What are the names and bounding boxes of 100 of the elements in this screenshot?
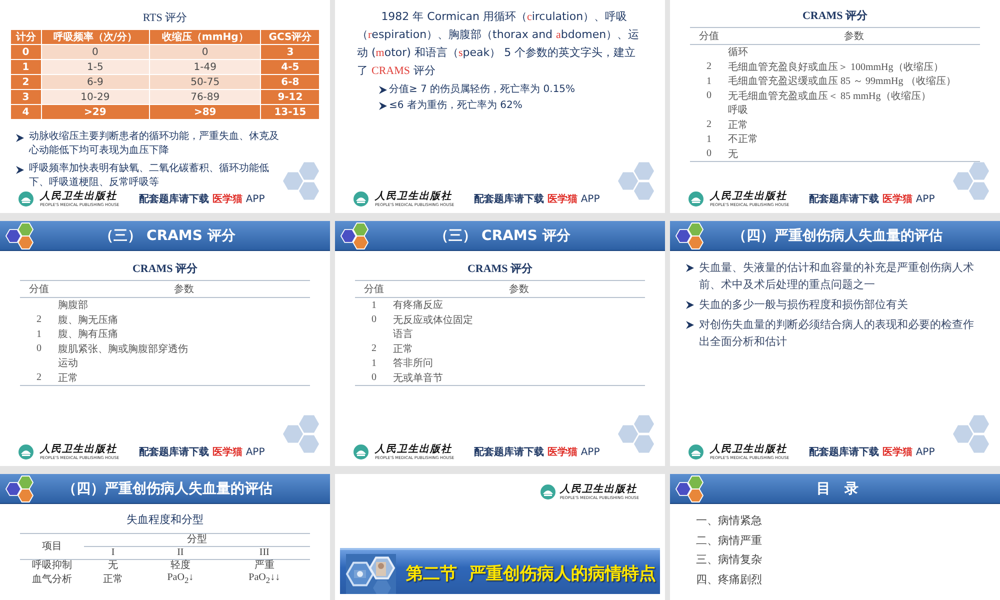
publisher-name: 人民卫生出版社 xyxy=(375,444,453,455)
contents-item: 二、病情严重 xyxy=(696,534,763,548)
download-note: 配套题库请下载 医学猫 APP xyxy=(809,192,935,206)
contents-item: 四、疼痛剧烈 xyxy=(696,572,763,588)
table-title: CRAMS 评分 xyxy=(131,262,199,276)
table-cell: 50-75 xyxy=(149,74,261,90)
table-cell: 2 xyxy=(20,312,58,327)
hexagon-decoration-icon xyxy=(952,414,990,454)
slide-title: （四）严重创伤病人失血量的评估 xyxy=(732,226,944,244)
table-cell: 2 xyxy=(690,60,728,74)
table-cell: 循环 xyxy=(728,44,980,60)
table-cell: 1 xyxy=(690,132,728,146)
table-cell: 3 xyxy=(10,90,42,104)
column-header: III xyxy=(218,546,310,560)
hexagon-decoration-icon xyxy=(617,414,655,454)
download-note: 配套题库请下载 医学猫 APP xyxy=(474,192,600,206)
bullet-text: 失血的多少一般与损伤程度和损伤部位有关 xyxy=(699,298,908,313)
bullet-text: 失血量、失液量的估计和血容量的补充是严重创伤病人术前、术中及术后处理的重点问题之一 xyxy=(699,260,975,293)
column-header: 分型 xyxy=(84,534,310,546)
bullet-text: 分值≥ 7 的伤员属轻伤，死亡率为 0.15% xyxy=(389,82,576,97)
table-cell: 13-15 xyxy=(260,104,320,120)
table-cell-text: 正常 xyxy=(393,342,414,356)
table-cell: 1 xyxy=(355,298,393,312)
table-cell: 无或单音节 xyxy=(393,370,645,386)
logo-icon xyxy=(18,444,34,460)
table-cell: 轻度 xyxy=(142,560,219,572)
table-cell: 1 xyxy=(20,327,58,342)
column-header: GCS评分 xyxy=(260,30,320,44)
table-cell-text: 0 xyxy=(370,313,378,327)
bullet-text: 对创伤失血量的判断必须结合病人的表现和必要的检查作出全面分析和估计 xyxy=(699,318,975,350)
table-cell: 2 xyxy=(20,370,58,386)
table-cell: 2 xyxy=(10,74,42,90)
publisher-name: 人民卫生出版社 xyxy=(40,191,118,202)
bullet-text: ≤6 者为重伤，死亡率为 62% xyxy=(389,98,522,113)
logo-icon xyxy=(688,444,704,460)
table-cell: 有疼痛反应 xyxy=(393,298,645,312)
download-note: 配套题库请下载 医学猫 APP xyxy=(474,445,600,459)
table-cell: 10-29 xyxy=(41,90,150,104)
table-cell: 2 xyxy=(355,342,393,356)
contents-item: 一、病情紧急 xyxy=(696,514,763,529)
table-cell-text: 语言 xyxy=(393,328,414,342)
table-cell-text: 正常 xyxy=(728,118,749,132)
publisher-name: 人民卫生出版社 xyxy=(375,191,453,202)
table-cell: 0 xyxy=(10,44,42,60)
table-cell: 呼吸抑制 xyxy=(20,560,84,572)
section-title: 第二节 严重创伤病人的病情特点 xyxy=(406,564,656,584)
table-cell: 6-8 xyxy=(260,74,320,90)
column-header: 参数 xyxy=(728,28,980,44)
column-header: 收缩压（mmHg） xyxy=(149,30,261,44)
table-cell: 0 xyxy=(41,44,150,60)
hexagon-decoration-icon xyxy=(282,414,320,454)
table-cell-text: 腹、胸有压痛 xyxy=(58,328,119,342)
column-header: 计分 xyxy=(10,30,42,44)
column-header: 参数 xyxy=(393,280,645,298)
table-cell: 1-5 xyxy=(41,60,150,74)
column-header: 参数 xyxy=(58,280,310,298)
table-cell-text: PaO$_{2}$↓↓ xyxy=(248,572,282,587)
table-cell: 2 xyxy=(690,118,728,132)
logo-icon xyxy=(688,191,704,207)
table-cell-text: 答非所问 xyxy=(393,356,434,370)
table-cell-text: 运动 xyxy=(58,356,79,370)
column-header: 分值 xyxy=(20,280,58,298)
publisher-name: 人民卫生出版社 xyxy=(40,444,118,455)
table-cell: 6-9 xyxy=(41,74,150,90)
table-cell: 4 xyxy=(10,104,42,120)
column-header: 项目 xyxy=(20,534,84,560)
table-title: RTS 评分 xyxy=(142,11,188,25)
column-header: I xyxy=(84,546,142,560)
table-cell-text: 呼吸 xyxy=(728,104,749,118)
arrow-bullet-icon xyxy=(686,264,694,272)
table-cell: 0 xyxy=(149,44,261,60)
arrow-bullet-icon xyxy=(686,321,694,329)
table-cell: 1-49 xyxy=(149,60,261,74)
table-cell-text: PaO$_{2}$↓ xyxy=(166,572,195,587)
table-title: 失血程度和分型 xyxy=(126,512,204,527)
download-note: 配套题库请下载 医学猫 APP xyxy=(809,445,935,459)
slide-title: 目 录 xyxy=(816,480,860,498)
table-cell: 严重 xyxy=(218,560,310,572)
slide-title: （三） CRAMS 评分 xyxy=(434,226,572,244)
publisher-name: 人民卫生出版社 xyxy=(710,191,788,202)
table-cell: 无 xyxy=(84,560,142,572)
table-cell-text: 无反应或体位固定 xyxy=(393,314,474,327)
bullet-text: 动脉收缩压主要判断患者的循环功能，严重失血、休克及心动能低下均可表现为血压下降 xyxy=(29,130,280,158)
download-note: 配套题库请下载 医学猫 APP xyxy=(139,445,265,459)
paragraph-text: 1982 年 Cormican 用循环（circulation）、呼吸（respiration）、胸腹部（thorax and abdomen）、运动 (motor) 和语言（speak） 5 个参数的英文字头，建立了 CRAMS 评分 xyxy=(356,9,640,79)
arrow-bullet-icon xyxy=(379,102,387,110)
table-cell-text: 毛细血管充盈良好或血压＞ 100mmHg（收缩压） xyxy=(728,60,944,74)
table-cell: 1 xyxy=(355,356,393,370)
table-title: CRAMS 评分 xyxy=(466,262,534,276)
publisher-name: 人民卫生出版社 xyxy=(560,484,638,495)
bullet-text: 呼吸频率加快表明有缺氧、二氧化碳蓄积、循环功能低下、呼吸道梗阻、反常呼吸等 xyxy=(29,162,270,190)
table-cell-text: 0 xyxy=(706,89,712,103)
hexagon-decoration-icon xyxy=(282,161,320,201)
hexagon-decoration-icon xyxy=(617,161,655,201)
table-cell-text: 正常 xyxy=(102,572,124,586)
column-header: 呼吸频率（次/分） xyxy=(41,30,150,44)
table-cell-text: 腹肌紧张、胸或胸腹部穿透伤 xyxy=(58,342,189,356)
column-header: 分值 xyxy=(355,280,393,298)
logo-icon xyxy=(353,444,369,460)
table-cell: 0 xyxy=(20,342,58,356)
